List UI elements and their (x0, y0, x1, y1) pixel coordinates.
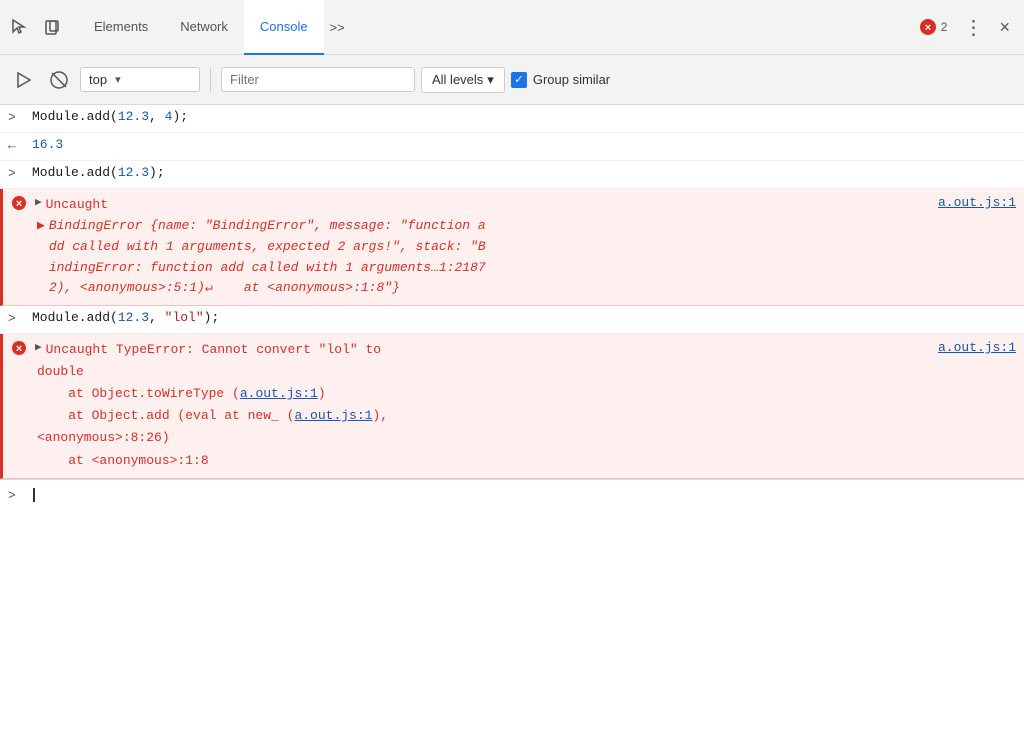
console-input-line-1: > Module.add(12.3, 4); (0, 105, 1024, 133)
error-count: 2 (941, 20, 948, 34)
error-body-line-3: at Object.add (eval at new_ (a.out.js:1)… (37, 405, 388, 427)
svg-text:×: × (925, 22, 931, 34)
prompt-2: ← (8, 137, 24, 153)
error-link-2[interactable]: a.out.js:1 (294, 408, 372, 423)
console-result-1: 16.3 (32, 137, 63, 152)
error-body-line-1: double (37, 361, 388, 383)
tab-overflow[interactable]: >> (324, 12, 351, 43)
error-circle-icon: × (919, 18, 937, 36)
error-body-line-5: at <anonymous>:1:8 (37, 450, 388, 472)
error-icon-2: × (11, 340, 29, 361)
play-icon (13, 70, 33, 90)
group-similar-label: Group similar (533, 72, 610, 87)
console-toolbar: top ▾ All levels ▾ ✓ Group similar (0, 55, 1024, 105)
error-icon-1: × (11, 195, 29, 216)
cursor-icon-btn[interactable] (6, 14, 32, 40)
levels-label: All levels (432, 72, 483, 87)
console-code-1: Module.add(12.3, 4); (32, 109, 188, 124)
active-prompt: > (8, 487, 24, 503)
tab-elements[interactable]: Elements (78, 0, 164, 55)
tab-console[interactable]: Console (244, 0, 324, 55)
filter-input[interactable] (221, 67, 415, 92)
console-error-2: × ▶ Uncaught TypeError: Cannot convert "… (0, 334, 1024, 478)
console-input-line-3: > Module.add(12.3, "lol"); (0, 306, 1024, 334)
console-input-line-2: > Module.add(12.3); (0, 161, 1024, 189)
prompt-4: > (8, 310, 24, 326)
console-code-3: Module.add(12.3, "lol"); (32, 310, 219, 325)
close-devtools-btn[interactable]: × (991, 13, 1018, 42)
error-triangle-1: ▶ (35, 195, 42, 209)
console-error-1: × ▶ Uncaught a.out.js:1 ▶ BindingError {… (0, 189, 1024, 306)
error-body-2: double at Object.toWireType (a.out.js:1)… (11, 361, 388, 471)
context-arrow-icon: ▾ (115, 73, 121, 86)
levels-arrow-icon: ▾ (487, 72, 494, 88)
error-body-text-1: BindingError {name: "BindingError", mess… (49, 216, 486, 299)
checkbox-checked-icon: ✓ (511, 72, 527, 88)
execute-btn[interactable] (8, 65, 38, 95)
error-header-1: × ▶ Uncaught a.out.js:1 (11, 195, 1016, 216)
tab-network[interactable]: Network (164, 0, 244, 55)
error-body-line-2: at Object.toWireType (a.out.js:1) (37, 383, 388, 405)
error-badge: × 2 (919, 18, 948, 36)
error-body-1: ▶ BindingError {name: "BindingError", me… (11, 216, 486, 299)
error-file-link-1[interactable]: a.out.js:1 (938, 195, 1016, 210)
clear-icon (49, 70, 69, 90)
error-body-line-4: <anonymous>:8:26) (37, 427, 388, 449)
devtools-icons (6, 14, 66, 40)
svg-text:×: × (16, 344, 23, 356)
context-value: top (89, 72, 107, 87)
error-header-2: × ▶ Uncaught TypeError: Cannot convert "… (11, 340, 1016, 361)
levels-dropdown[interactable]: All levels ▾ (421, 67, 505, 93)
console-output: > Module.add(12.3, 4); ← 16.3 > Module.a… (0, 105, 1024, 730)
error-triangle-body-1: ▶ (37, 216, 45, 237)
console-code-2: Module.add(12.3); (32, 165, 165, 180)
console-active-input[interactable]: > (0, 479, 1024, 511)
svg-text:×: × (16, 199, 23, 211)
prompt-3: > (8, 165, 24, 181)
device-icon-btn[interactable] (40, 14, 66, 40)
error-triangle-2: ▶ (35, 340, 42, 354)
toolbar-divider-1 (210, 68, 211, 92)
console-result-line-1: ← 16.3 (0, 133, 1024, 161)
error-title-2: Uncaught TypeError: Cannot convert "lol"… (46, 340, 938, 361)
clear-btn[interactable] (44, 65, 74, 95)
error-title-1: Uncaught (46, 195, 938, 216)
group-similar-checkbox[interactable]: ✓ Group similar (511, 72, 610, 88)
more-options-btn[interactable]: ⋮ (955, 11, 991, 44)
error-link-1[interactable]: a.out.js:1 (240, 386, 318, 401)
cursor (33, 488, 35, 502)
tab-bar: Elements Network Console >> × 2 ⋮ × (0, 0, 1024, 55)
prompt-1: > (8, 109, 24, 125)
error-file-link-2[interactable]: a.out.js:1 (938, 340, 1016, 355)
context-selector[interactable]: top ▾ (80, 67, 200, 92)
